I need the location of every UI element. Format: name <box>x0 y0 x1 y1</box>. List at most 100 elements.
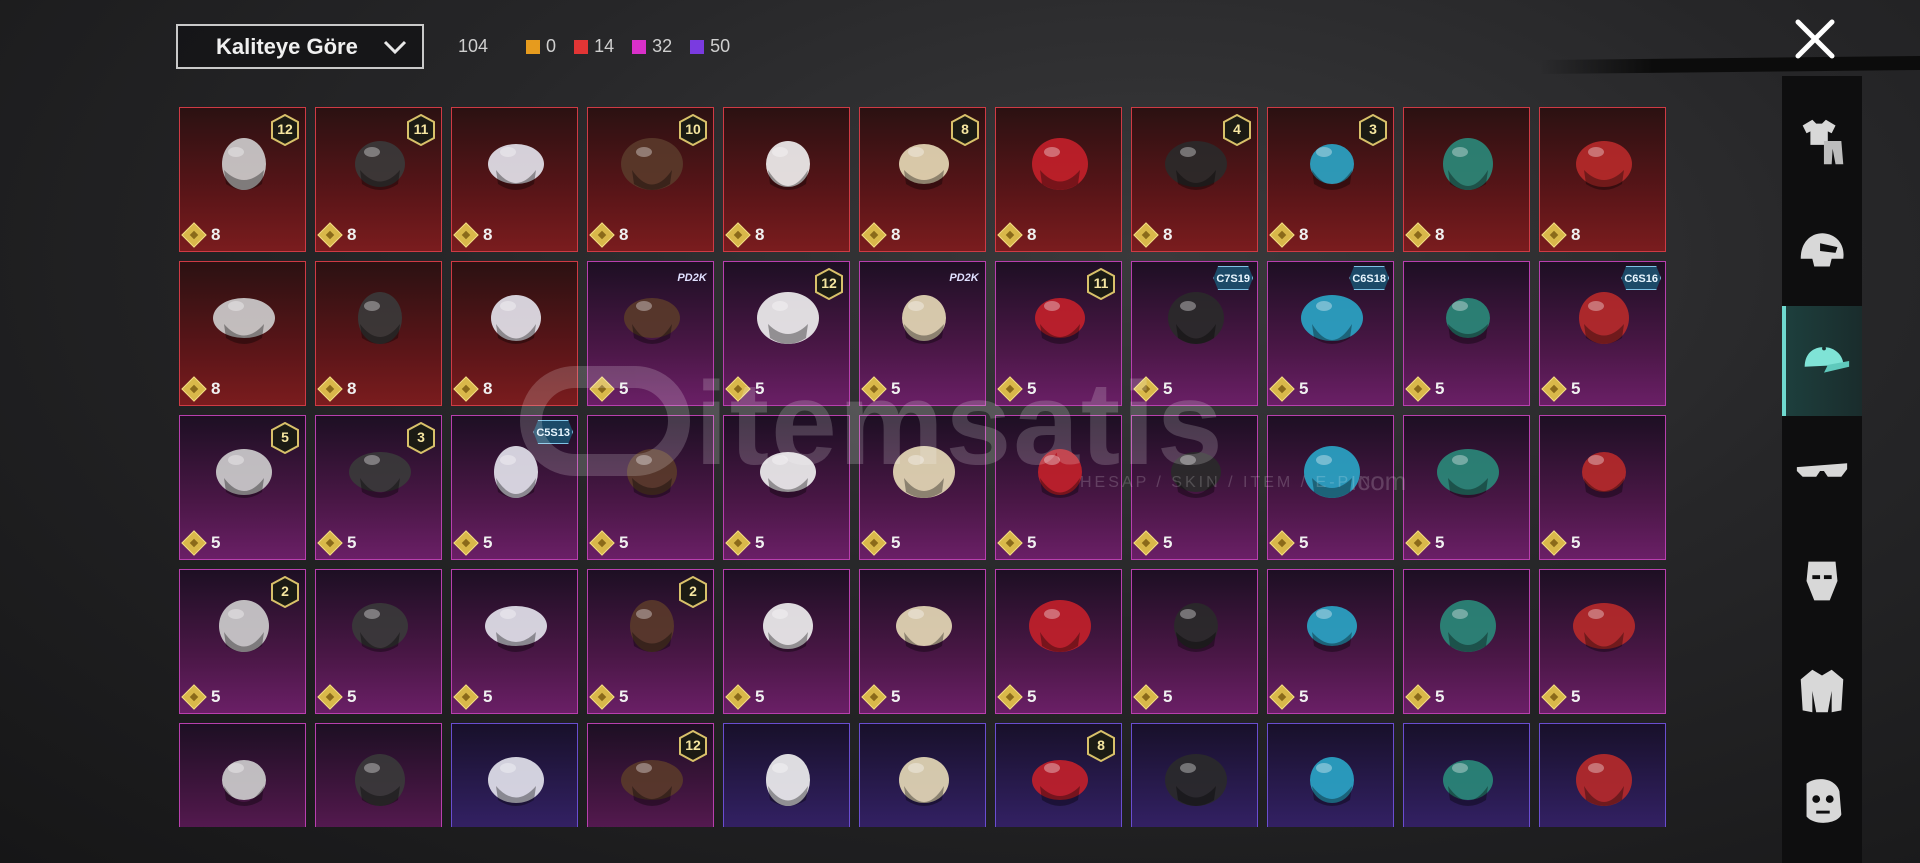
item-card[interactable]: 5 <box>587 415 714 560</box>
item-card[interactable]: 5 <box>1403 261 1530 406</box>
item-value: 8 <box>997 222 1036 248</box>
item-card[interactable]: 11 5 <box>995 261 1122 406</box>
sidebar-item-glasses[interactable] <box>1782 416 1862 526</box>
frog-cap-icon <box>1174 603 1218 652</box>
diamond-currency-icon <box>1269 530 1295 556</box>
diamond-currency-icon <box>589 222 615 248</box>
diamond-currency-icon <box>861 530 887 556</box>
item-card[interactable]: 5 <box>1403 569 1530 714</box>
item-card[interactable]: 35 <box>315 415 442 560</box>
item-card[interactable]: 12 <box>587 723 714 827</box>
item-card[interactable]: PD2K 5 <box>859 261 986 406</box>
white-bucket-hat-icon <box>355 754 405 806</box>
item-value: 5 <box>589 684 628 710</box>
item-card[interactable]: 11 8 <box>315 107 442 252</box>
item-card[interactable]: 48 <box>1131 107 1258 252</box>
upgrade-level-badge: 5 <box>271 421 299 455</box>
item-card[interactable]: 5 <box>859 569 986 714</box>
upgrade-level-badge: 2 <box>271 575 299 609</box>
item-card[interactable] <box>179 723 306 827</box>
item-card[interactable] <box>1539 723 1666 827</box>
inventory-grid[interactable]: 12 8 11 8 8 10 8 8 8 8 8 4 8 3 8 8 8 8 8 8 PD2K 5 12 5 PD2K 5 11 5 C… <box>179 107 1666 827</box>
sidebar-item-outfit[interactable] <box>1782 86 1862 196</box>
sidebar-item-cap[interactable] <box>1782 306 1862 416</box>
item-card[interactable]: 5 <box>859 415 986 560</box>
item-card[interactable]: 5 <box>1403 415 1530 560</box>
diamond-currency-icon <box>861 376 887 402</box>
header-brush-stroke <box>1540 56 1920 74</box>
item-value: 5 <box>1541 530 1580 556</box>
sort-dropdown[interactable]: Kaliteye Göre <box>176 24 424 69</box>
close-icon[interactable] <box>1790 14 1840 64</box>
item-card[interactable]: 25 <box>179 569 306 714</box>
outfit-icon <box>1802 119 1844 165</box>
item-card[interactable]: 8 <box>1403 107 1530 252</box>
spiked-cap-icon <box>624 298 680 344</box>
item-card[interactable] <box>723 723 850 827</box>
item-card[interactable]: 10 8 <box>587 107 714 252</box>
item-value: 5 <box>453 530 492 556</box>
item-card[interactable]: 55 <box>179 415 306 560</box>
diamond-currency-icon <box>861 684 887 710</box>
item-card[interactable]: 5 <box>1267 415 1394 560</box>
diamond-currency-icon <box>317 376 343 402</box>
item-card[interactable]: 5 <box>1539 415 1666 560</box>
item-card[interactable]: 5 <box>995 415 1122 560</box>
item-card[interactable]: 5 <box>451 569 578 714</box>
item-card[interactable]: 25 <box>587 569 714 714</box>
item-card[interactable]: PD2K 5 <box>587 261 714 406</box>
item-card[interactable]: 88 <box>859 107 986 252</box>
item-card[interactable]: C7S19 5 <box>1131 261 1258 406</box>
diamond-currency-icon <box>1541 530 1567 556</box>
item-card[interactable]: 5 <box>1131 569 1258 714</box>
item-card[interactable]: 5 <box>723 569 850 714</box>
item-card[interactable] <box>315 723 442 827</box>
item-card[interactable]: 8 <box>995 723 1122 827</box>
item-card[interactable]: 8 <box>451 107 578 252</box>
upgrade-level-badge: 12 <box>271 113 299 147</box>
item-card[interactable]: 8 <box>995 107 1122 252</box>
diamond-currency-icon <box>317 222 343 248</box>
item-card[interactable] <box>451 723 578 827</box>
item-value-amount: 8 <box>755 225 765 244</box>
item-card[interactable] <box>1403 723 1530 827</box>
item-card[interactable]: 12 8 <box>179 107 306 252</box>
item-value-amount: 5 <box>891 687 901 706</box>
item-card[interactable]: 5 <box>723 415 850 560</box>
item-card[interactable]: C5S13 5 <box>451 415 578 560</box>
item-card[interactable]: 8 <box>723 107 850 252</box>
item-card[interactable] <box>1131 723 1258 827</box>
item-value-amount: 5 <box>1435 379 1445 398</box>
sidebar-item-mask[interactable] <box>1782 526 1862 636</box>
item-card[interactable]: 5 <box>1267 569 1394 714</box>
item-value: 8 <box>181 376 220 402</box>
item-card[interactable]: 8 <box>179 261 306 406</box>
item-card[interactable]: 8 <box>1539 107 1666 252</box>
item-card[interactable] <box>1267 723 1394 827</box>
item-value-amount: 5 <box>1027 533 1037 552</box>
item-card[interactable]: C6S18 5 <box>1267 261 1394 406</box>
diamond-currency-icon <box>1133 530 1159 556</box>
item-card[interactable]: 8 <box>315 261 442 406</box>
sidebar-item-helmet[interactable] <box>1782 196 1862 306</box>
item-card[interactable]: 5 <box>315 569 442 714</box>
sidebar-item-jacket[interactable] <box>1782 636 1862 746</box>
item-card[interactable]: 5 <box>1131 415 1258 560</box>
panda-head-icon <box>902 295 946 344</box>
item-card[interactable]: 12 5 <box>723 261 850 406</box>
item-value: 5 <box>1269 684 1308 710</box>
item-card[interactable] <box>859 723 986 827</box>
item-card[interactable]: C6S16 5 <box>1539 261 1666 406</box>
item-value: 5 <box>1269 530 1308 556</box>
item-value: 5 <box>997 684 1036 710</box>
item-card[interactable]: 8 <box>451 261 578 406</box>
item-value-amount: 8 <box>1435 225 1445 244</box>
diamond-currency-icon <box>317 530 343 556</box>
sidebar-item-face[interactable] <box>1782 746 1862 856</box>
item-card[interactable]: 5 <box>1539 569 1666 714</box>
diamond-currency-icon <box>1269 222 1295 248</box>
diamond-currency-icon <box>725 376 751 402</box>
horns-headband-icon <box>766 754 810 806</box>
item-card[interactable]: 5 <box>995 569 1122 714</box>
item-card[interactable]: 38 <box>1267 107 1394 252</box>
